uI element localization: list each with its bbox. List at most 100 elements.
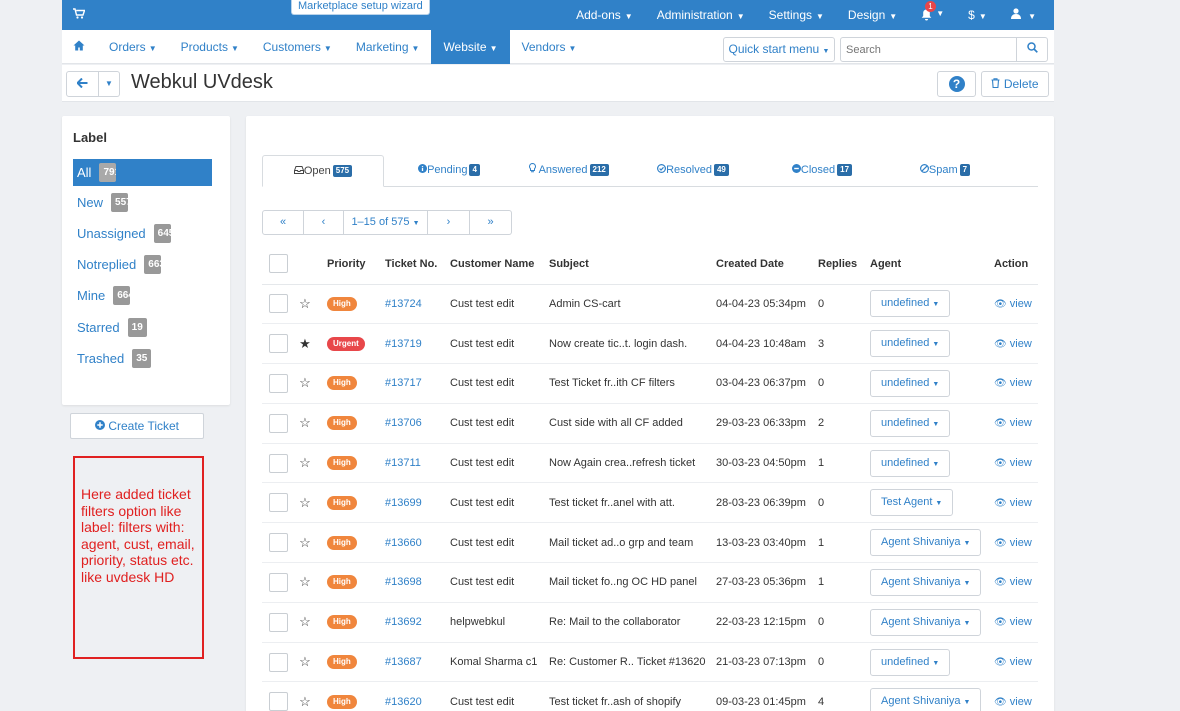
- ticket-number-link[interactable]: #13724: [385, 298, 422, 310]
- star-filled-icon[interactable]: ★: [297, 336, 313, 352]
- header-replies[interactable]: Replies: [818, 244, 870, 285]
- header-customer-name[interactable]: Customer Name: [450, 244, 549, 285]
- tab-resolved[interactable]: Resolved 49: [644, 155, 742, 187]
- ticket-number-link[interactable]: #13698: [385, 576, 422, 588]
- star-outline-icon[interactable]: ☆: [297, 694, 313, 710]
- first-page-button[interactable]: «: [262, 210, 304, 235]
- nav-customers[interactable]: Customers ▼: [251, 30, 344, 64]
- back-dropdown-button[interactable]: ▼: [99, 71, 120, 97]
- view-link[interactable]: 👁 view: [994, 417, 1032, 429]
- view-link[interactable]: 👁 view: [994, 696, 1032, 708]
- tab-open[interactable]: Open 575: [262, 155, 384, 187]
- agent-dropdown[interactable]: Agent Shivaniya ▼: [870, 608, 982, 636]
- label-notreplied[interactable]: Notreplied 663: [73, 251, 212, 278]
- agent-dropdown[interactable]: Agent Shivaniya ▼: [870, 568, 982, 596]
- user-menu[interactable]: ▼: [1010, 8, 1036, 22]
- create-ticket-button[interactable]: Create Ticket: [70, 413, 204, 439]
- agent-dropdown[interactable]: undefined ▼: [870, 330, 951, 358]
- star-outline-icon[interactable]: ☆: [297, 495, 313, 511]
- ticket-number-link[interactable]: #13719: [385, 338, 422, 350]
- tab-closed[interactable]: Closed 17: [774, 155, 870, 187]
- agent-dropdown[interactable]: undefined ▼: [870, 290, 951, 318]
- view-link[interactable]: 👁 view: [994, 656, 1032, 668]
- tab-spam[interactable]: Spam 7: [904, 155, 986, 187]
- star-outline-icon[interactable]: ☆: [297, 654, 313, 670]
- header-subject[interactable]: Subject: [549, 244, 716, 285]
- row-checkbox[interactable]: [269, 533, 288, 553]
- nav-marketing[interactable]: Marketing ▼: [344, 30, 432, 64]
- star-outline-icon[interactable]: ☆: [297, 574, 313, 590]
- tab-answered[interactable]: Answered 212: [516, 155, 622, 187]
- help-button[interactable]: ?: [937, 71, 976, 97]
- star-outline-icon[interactable]: ☆: [297, 455, 313, 471]
- menu-design[interactable]: Design ▼: [848, 8, 897, 22]
- row-checkbox[interactable]: [269, 334, 288, 354]
- label-starred[interactable]: Starred 19: [73, 314, 212, 341]
- label-unassigned[interactable]: Unassigned 645: [73, 220, 212, 247]
- menu-administration[interactable]: Administration ▼: [657, 8, 745, 22]
- next-page-button[interactable]: ›: [428, 210, 470, 235]
- ticket-number-link[interactable]: #13692: [385, 616, 422, 628]
- star-outline-icon[interactable]: ☆: [297, 415, 313, 431]
- row-checkbox[interactable]: [269, 493, 288, 513]
- quick-start-menu-button[interactable]: Quick start menu ▼: [723, 37, 835, 62]
- view-link[interactable]: 👁 view: [994, 497, 1032, 509]
- search-button[interactable]: [1016, 37, 1048, 62]
- view-link[interactable]: 👁 view: [994, 338, 1032, 350]
- ticket-number-link[interactable]: #13711: [385, 457, 421, 469]
- nav-orders[interactable]: Orders ▼: [97, 30, 169, 64]
- ticket-number-link[interactable]: #13687: [385, 656, 422, 668]
- star-outline-icon[interactable]: ☆: [297, 614, 313, 630]
- currency-menu[interactable]: $ ▼: [968, 8, 987, 22]
- marketplace-setup-wizard-link[interactable]: Marketplace setup wizard: [291, 0, 430, 15]
- row-checkbox[interactable]: [269, 453, 288, 473]
- view-link[interactable]: 👁 view: [994, 457, 1032, 469]
- row-checkbox[interactable]: [269, 294, 288, 314]
- nav-vendors[interactable]: Vendors ▼: [510, 30, 589, 64]
- agent-dropdown[interactable]: undefined ▼: [870, 648, 951, 676]
- ticket-number-link[interactable]: #13660: [385, 537, 422, 549]
- select-all-checkbox[interactable]: [269, 254, 288, 274]
- ticket-number-link[interactable]: #13717: [385, 377, 422, 389]
- view-link[interactable]: 👁 view: [994, 537, 1032, 549]
- label-all[interactable]: All 791: [73, 159, 212, 186]
- star-outline-icon[interactable]: ☆: [297, 375, 313, 391]
- delete-button[interactable]: Delete: [981, 71, 1049, 97]
- row-checkbox[interactable]: [269, 692, 288, 711]
- nav-website[interactable]: Website ▼: [431, 30, 510, 64]
- agent-dropdown[interactable]: undefined ▼: [870, 409, 951, 437]
- header-created-date[interactable]: Created Date: [716, 244, 818, 285]
- view-link[interactable]: 👁 view: [994, 616, 1032, 628]
- tab-pending[interactable]: Pending 4: [396, 155, 502, 187]
- label-trashed[interactable]: Trashed 35: [73, 345, 212, 372]
- last-page-button[interactable]: »: [470, 210, 512, 235]
- header-ticket-no[interactable]: Ticket No.: [385, 244, 450, 285]
- label-mine[interactable]: Mine 664: [73, 282, 212, 309]
- ticket-number-link[interactable]: #13620: [385, 696, 422, 708]
- star-outline-icon[interactable]: ☆: [297, 296, 313, 312]
- header-priority[interactable]: Priority: [327, 244, 385, 285]
- agent-dropdown[interactable]: undefined ▼: [870, 369, 951, 397]
- row-checkbox[interactable]: [269, 652, 288, 672]
- nav-products[interactable]: Products ▼: [169, 30, 251, 64]
- view-link[interactable]: 👁 view: [994, 377, 1032, 389]
- back-button[interactable]: [66, 71, 99, 97]
- row-checkbox[interactable]: [269, 612, 288, 632]
- page-range-dropdown[interactable]: 1–15 of 575 ▼: [344, 210, 428, 235]
- prev-page-button[interactable]: ‹: [304, 210, 344, 235]
- notifications-button[interactable]: 1 ▼: [921, 1, 944, 21]
- ticket-number-link[interactable]: #13706: [385, 417, 422, 429]
- label-new[interactable]: New 557: [73, 189, 212, 216]
- row-checkbox[interactable]: [269, 373, 288, 393]
- agent-dropdown[interactable]: Agent Shivaniya ▼: [870, 529, 982, 557]
- menu-settings[interactable]: Settings ▼: [769, 8, 824, 22]
- agent-dropdown[interactable]: undefined ▼: [870, 449, 951, 477]
- view-link[interactable]: 👁 view: [994, 298, 1032, 310]
- search-input[interactable]: [840, 37, 1017, 62]
- row-checkbox[interactable]: [269, 572, 288, 592]
- star-outline-icon[interactable]: ☆: [297, 535, 313, 551]
- agent-dropdown[interactable]: Agent Shivaniya ▼: [870, 688, 982, 711]
- menu-addons[interactable]: Add-ons ▼: [576, 8, 633, 22]
- view-link[interactable]: 👁 view: [994, 576, 1032, 588]
- header-agent[interactable]: Agent: [870, 244, 994, 285]
